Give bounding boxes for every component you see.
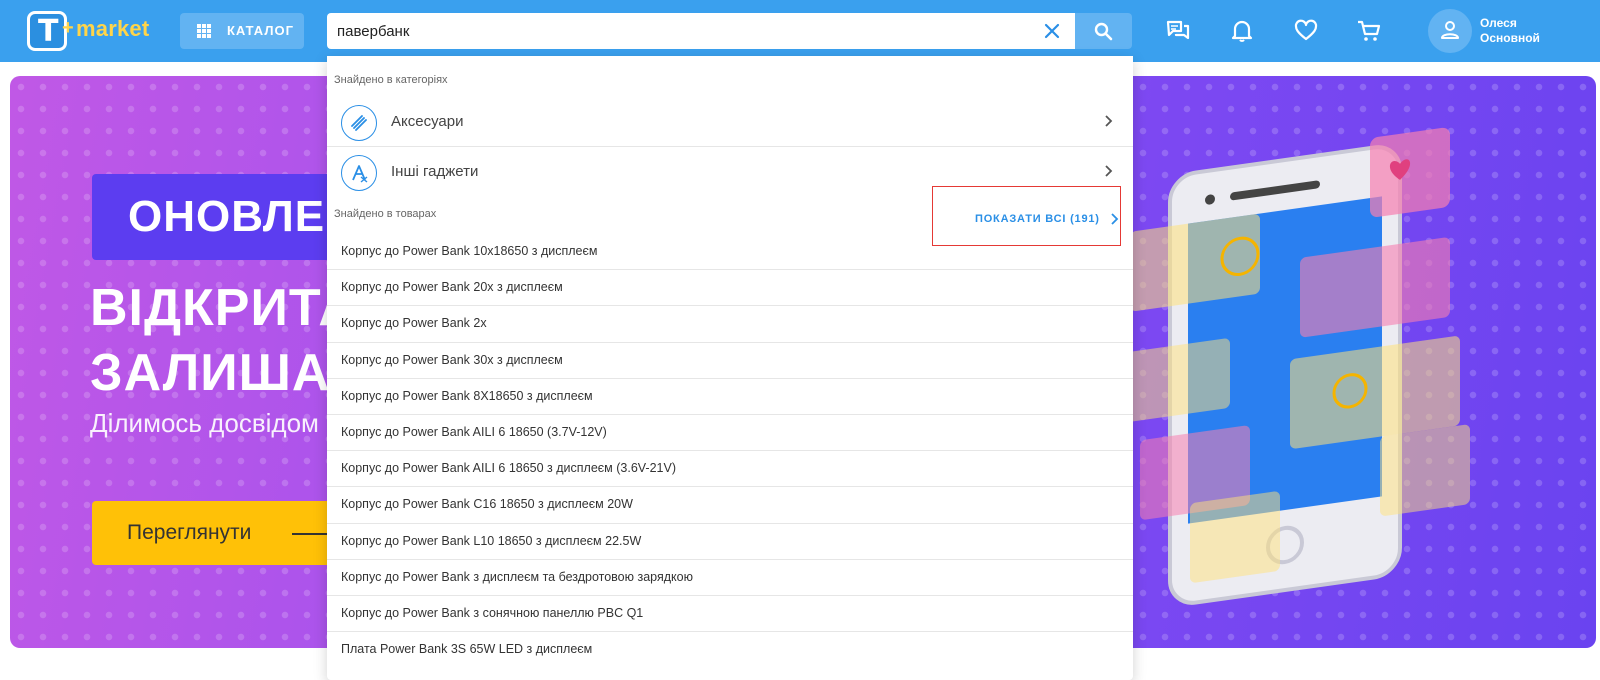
- product-item[interactable]: Корпус до Power Bank 8X18650 з дисплеєм: [327, 379, 1133, 415]
- search-input[interactable]: [337, 13, 1017, 49]
- user-menu[interactable]: Олеся Основной: [1428, 9, 1588, 53]
- top-header: T + market КАТАЛОГ павербанк Олеся Основ…: [0, 0, 1600, 62]
- user-last-name: Основной: [1480, 31, 1540, 45]
- product-item[interactable]: Корпус до Power Bank L10 18650 з дисплеє…: [327, 524, 1133, 560]
- categories-section-label: Знайдено в категоріях: [334, 74, 448, 86]
- product-item[interactable]: Корпус до Power Bank C16 18650 з дисплеє…: [327, 487, 1133, 524]
- chevron-right-icon: [1105, 115, 1113, 127]
- site-logo[interactable]: T + market: [27, 10, 150, 52]
- search-icon: [1094, 22, 1113, 41]
- banner-heading-line-2: ЗАЛИША: [90, 344, 331, 402]
- product-item-label: Корпус до Power Bank 8X18650 з дисплеєм: [341, 388, 593, 403]
- grid-icon: [197, 24, 211, 38]
- chevron-right-icon: [1105, 165, 1113, 177]
- user-first-name: Олеся: [1480, 16, 1517, 30]
- gadgets-icon: [341, 155, 377, 191]
- product-item[interactable]: Корпус до Power Bank AILI 6 18650 (3.7V-…: [327, 415, 1133, 452]
- product-item[interactable]: Корпус до Power Bank 2x: [327, 306, 1133, 343]
- logo-letter: T: [38, 14, 59, 49]
- search-suggestions: Знайдено в категоріях Аксесуари Інші гад…: [327, 56, 1133, 680]
- banner-heading-line-1: ВІДКРИТА: [90, 279, 357, 337]
- logo-plus: +: [62, 17, 74, 39]
- accessories-icon: [341, 105, 377, 141]
- product-item-label: Корпус до Power Bank AILI 6 18650 (3.7V-…: [341, 424, 607, 439]
- products-section-label: Знайдено в товарах: [334, 208, 437, 220]
- product-item[interactable]: Корпус до Power Bank AILI 6 18650 з дисп…: [327, 451, 1133, 488]
- product-item[interactable]: Корпус до Power Bank з сонячною панеллю …: [327, 596, 1133, 633]
- product-item-label: Корпус до Power Bank AILI 6 18650 з дисп…: [341, 461, 676, 476]
- product-item[interactable]: Корпус до Power Bank 30x з дисплеєм: [327, 343, 1133, 379]
- bell-icon[interactable]: [1229, 18, 1255, 44]
- chat-icon[interactable]: [1165, 18, 1191, 44]
- cart-icon[interactable]: [1356, 18, 1382, 44]
- logo-text: market: [76, 16, 150, 41]
- catalog-button[interactable]: КАТАЛОГ: [180, 13, 304, 49]
- product-item[interactable]: Корпус до Power Bank 20x з дисплеєм: [327, 270, 1133, 307]
- user-name: Олеся Основной: [1480, 16, 1540, 46]
- product-item[interactable]: Плата Power Bank 3S 65W LED з дисплеєм: [327, 632, 1133, 668]
- close-icon[interactable]: [1042, 21, 1062, 41]
- avatar: [1428, 9, 1472, 53]
- annotation-highlight-box: [932, 186, 1121, 246]
- product-item-label: Корпус до Power Bank з сонячною панеллю …: [341, 605, 644, 620]
- product-item-label: Корпус до Power Bank з дисплеєм та бездр…: [341, 569, 693, 584]
- product-item-label: Корпус до Power Bank 30x з дисплеєм: [341, 352, 563, 367]
- product-item-label: Корпус до Power Bank 20x з дисплеєм: [341, 280, 563, 295]
- product-item-label: Корпус до Power Bank C16 18650 з дисплеє…: [341, 497, 633, 512]
- catalog-label: КАТАЛОГ: [227, 23, 294, 38]
- banner-tag-text: ОНОВЛЕН: [128, 192, 358, 241]
- product-item-label: Корпус до Power Bank L10 18650 з дисплеє…: [341, 533, 642, 548]
- phone-illustration: [1110, 127, 1470, 605]
- product-suggestions-list: Корпус до Power Bank 10x18650 з дисплеєм…: [327, 234, 1133, 668]
- search-button[interactable]: [1075, 13, 1132, 49]
- product-item[interactable]: Корпус до Power Bank з дисплеєм та бездр…: [327, 560, 1133, 596]
- category-label: Інші гаджети: [391, 163, 479, 180]
- banner-subtitle: Ділимось досвідом: [90, 408, 319, 438]
- category-item-accessories[interactable]: Аксесуари: [327, 97, 1133, 147]
- product-item-label: Плата Power Bank 3S 65W LED з дисплеєм: [341, 642, 593, 657]
- category-label: Аксесуари: [391, 113, 464, 130]
- heart-icon[interactable]: [1293, 18, 1319, 44]
- search-box: [327, 13, 1075, 49]
- user-icon: [1441, 21, 1459, 39]
- product-item-label: Корпус до Power Bank 10x18650 з дисплеєм: [341, 244, 598, 258]
- logo-box: T: [27, 11, 67, 51]
- banner-view-button[interactable]: Переглянути: [92, 501, 352, 565]
- product-item-label: Корпус до Power Bank 2x: [341, 316, 487, 331]
- banner-cta-label: Переглянути: [127, 521, 252, 544]
